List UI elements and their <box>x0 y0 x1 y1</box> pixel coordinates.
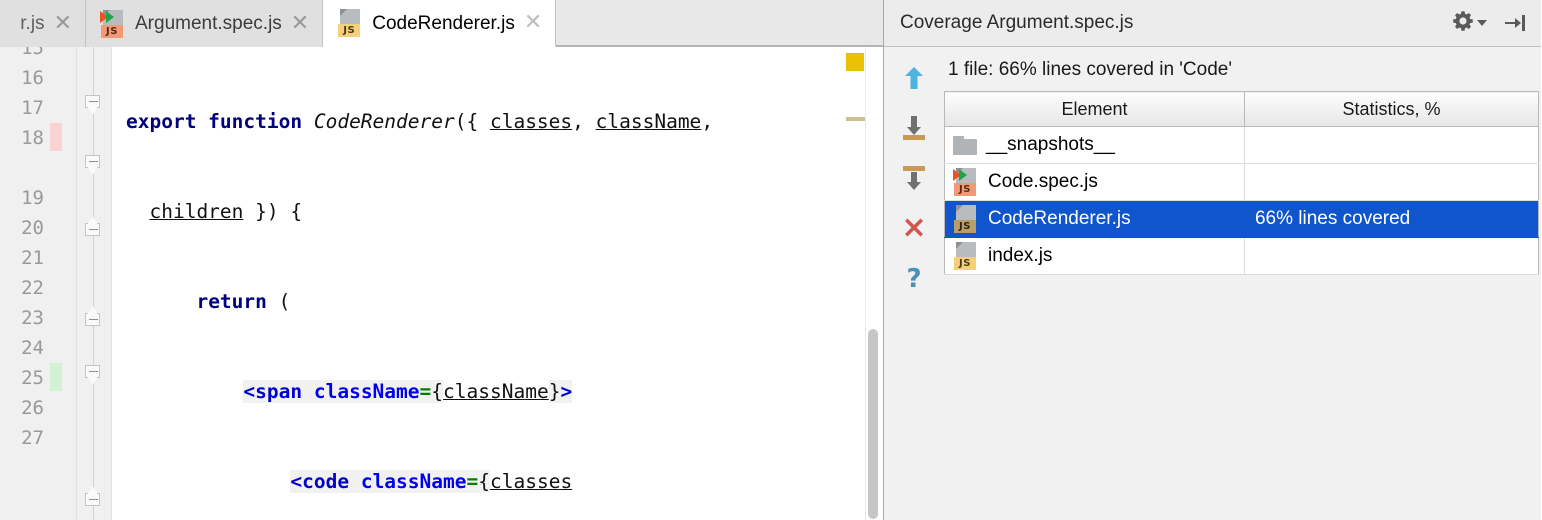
changed-line-marker[interactable] <box>846 117 865 121</box>
editor-marker-strip[interactable] <box>845 47 865 520</box>
coverage-marker-covered[interactable] <box>50 363 62 391</box>
line-number: 19 <box>21 187 44 209</box>
editor-tab-2[interactable]: JS CodeRenderer.js ✕ <box>323 0 557 47</box>
line-number: 18 <box>21 127 44 149</box>
row-statistics: 66% lines covered <box>1244 200 1539 238</box>
fold-marker[interactable] <box>85 365 102 386</box>
fold-gutter[interactable] <box>77 47 112 520</box>
fold-marker[interactable] <box>85 155 102 176</box>
row-statistics <box>1244 126 1539 164</box>
tab-bar-filler <box>556 0 883 46</box>
import-coverage-icon[interactable] <box>892 107 936 149</box>
export-coverage-icon[interactable] <box>892 157 936 199</box>
chevron-down-icon[interactable] <box>1477 20 1487 26</box>
close-icon[interactable]: ✕ <box>54 12 72 35</box>
editor-tab-1-label: Argument.spec.js <box>135 13 282 34</box>
editor-vertical-scrollbar[interactable] <box>865 47 880 520</box>
coverage-panel: Coverage Argument.spec.js ? 1 file: 66% … <box>884 0 1541 520</box>
coverage-table: Element Statistics, % __snapshots__ JS C… <box>944 91 1539 275</box>
coverage-toolbar: ? <box>884 47 944 520</box>
row-statistics <box>1244 237 1539 275</box>
line-number: 17 <box>21 97 44 119</box>
row-label: __snapshots__ <box>986 134 1115 155</box>
code-line: <code className={classes <box>290 470 573 493</box>
line-number: 22 <box>21 277 44 299</box>
column-header-statistics[interactable]: Statistics, % <box>1244 91 1539 127</box>
code-line: return ( <box>196 290 291 313</box>
help-icon[interactable]: ? <box>892 257 936 299</box>
code-line: export function CodeRenderer({ classes, … <box>126 110 714 133</box>
coverage-marker-uncovered[interactable] <box>50 123 62 151</box>
gear-icon[interactable] <box>1452 10 1474 37</box>
code-editor-text[interactable]: export function CodeRenderer({ classes, … <box>112 47 883 520</box>
coverage-panel-body: ? 1 file: 66% lines covered in 'Code' El… <box>884 47 1541 520</box>
js-file-icon: JS <box>953 205 979 233</box>
fold-marker[interactable] <box>85 95 102 116</box>
code-area[interactable]: 15 16 17 18 19 20 21 22 23 24 25 26 27 e… <box>0 47 883 520</box>
close-icon[interactable]: ✕ <box>524 12 542 34</box>
line-number: 16 <box>21 67 44 89</box>
code-line: children }) { <box>149 200 303 223</box>
editor-tab-1[interactable]: JS Argument.spec.js ✕ <box>86 0 324 47</box>
table-row[interactable]: __snapshots__ <box>944 126 1539 164</box>
editor-tab-bar: r.js ✕ JS Argument.spec.js ✕ JS CodeRend… <box>0 0 883 47</box>
line-number: 23 <box>21 307 44 329</box>
js-badge: JS <box>954 183 976 196</box>
js-file-icon: JS <box>337 9 363 37</box>
svg-text:?: ? <box>906 264 921 293</box>
line-number: 20 <box>21 217 44 239</box>
line-number: 15 <box>21 47 44 59</box>
fold-marker-end[interactable] <box>85 305 102 326</box>
table-header-row: Element Statistics, % <box>944 91 1539 127</box>
row-label: Code.spec.js <box>988 171 1098 192</box>
column-header-element[interactable]: Element <box>944 91 1245 127</box>
editor-tab-2-label: CodeRenderer.js <box>372 12 515 34</box>
js-spec-file-icon: JS <box>953 168 979 196</box>
js-badge: JS <box>338 24 361 37</box>
scrollbar-thumb[interactable] <box>868 329 878 519</box>
editor-gutter[interactable]: 15 16 17 18 19 20 21 22 23 24 25 26 27 <box>0 47 77 520</box>
fold-marker-end[interactable] <box>85 215 102 236</box>
js-badge: JS <box>101 24 123 38</box>
js-badge: JS <box>954 257 976 270</box>
folder-icon <box>953 135 977 155</box>
row-label: CodeRenderer.js <box>988 208 1131 229</box>
coverage-panel-header: Coverage Argument.spec.js <box>884 0 1541 47</box>
line-number: 24 <box>21 337 44 359</box>
editor-pane: r.js ✕ JS Argument.spec.js ✕ JS CodeRend… <box>0 0 884 520</box>
row-label: index.js <box>988 245 1053 266</box>
settings-dropdown[interactable] <box>1452 10 1487 37</box>
table-row[interactable]: JS index.js <box>944 237 1539 275</box>
collapse-panel-icon[interactable] <box>1503 12 1527 34</box>
code-line: <span className={className}> <box>243 380 573 403</box>
editor-tab-0[interactable]: r.js ✕ <box>0 0 86 47</box>
row-statistics <box>1244 163 1539 201</box>
coverage-panel-title: Coverage Argument.spec.js <box>900 12 1134 33</box>
js-spec-file-icon: JS <box>100 9 126 38</box>
fold-marker-end[interactable] <box>85 485 102 506</box>
go-up-icon[interactable] <box>892 57 936 99</box>
ide-window: r.js ✕ JS Argument.spec.js ✕ JS CodeRend… <box>0 0 1542 520</box>
table-row[interactable]: JS Code.spec.js <box>944 163 1539 201</box>
editor-tab-0-label: r.js <box>20 13 45 34</box>
js-badge: JS <box>954 220 976 233</box>
close-coverage-icon[interactable] <box>892 207 936 249</box>
line-number: 21 <box>21 247 44 269</box>
line-number: 27 <box>21 427 44 449</box>
close-icon[interactable]: ✕ <box>291 12 309 35</box>
table-row-selected[interactable]: JS CodeRenderer.js 66% lines covered <box>944 200 1539 238</box>
coverage-content: 1 file: 66% lines covered in 'Code' Elem… <box>944 47 1541 520</box>
line-number: 26 <box>21 397 44 419</box>
coverage-summary: 1 file: 66% lines covered in 'Code' <box>948 59 1232 80</box>
js-file-icon: JS <box>953 242 979 270</box>
warning-marker[interactable] <box>846 53 864 71</box>
line-number: 25 <box>21 367 44 389</box>
